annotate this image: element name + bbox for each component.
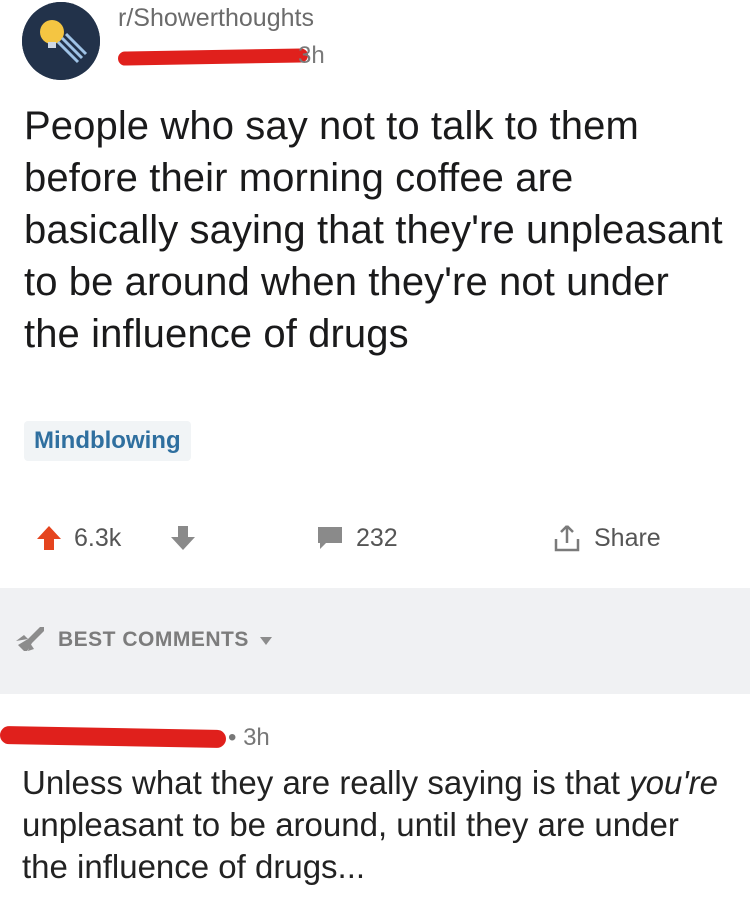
comment-icon	[316, 525, 344, 551]
rocket-icon	[14, 623, 48, 657]
post-age: 3h	[298, 42, 325, 69]
upvote-count: 6.3k	[74, 523, 122, 552]
post-header: r/Showerthoughts 3h	[22, 0, 722, 96]
share-icon	[552, 523, 582, 553]
post-actions: 6.3k 232 Share	[0, 512, 750, 564]
sort-label: BEST COMMENTS	[58, 628, 249, 651]
post-flair[interactable]: Mindblowing	[24, 421, 191, 461]
comment-age: • 3h	[228, 724, 270, 751]
redacted-commenter-name	[0, 726, 227, 748]
subreddit-name[interactable]: r/Showerthoughts	[118, 4, 314, 33]
share-label: Share	[594, 523, 661, 552]
redacted-username	[117, 48, 309, 66]
comments-button[interactable]: 232	[316, 512, 398, 564]
share-button[interactable]: Share	[552, 512, 661, 564]
comment-count: 232	[356, 523, 398, 552]
shower-head-icon	[22, 2, 100, 80]
subreddit-avatar[interactable]	[22, 2, 100, 80]
downvote-button[interactable]	[170, 512, 196, 564]
caret-down-icon	[259, 628, 273, 652]
comment-text-end: unpleasant to be around, until they are …	[22, 806, 679, 885]
top-comment: • 3h Unless what they are really saying …	[0, 702, 750, 906]
comment-text-emphasis: you're	[629, 764, 718, 801]
post-meta: 3h	[117, 42, 378, 72]
arrow-up-icon	[36, 524, 62, 552]
arrow-down-icon	[170, 524, 196, 552]
comment-body[interactable]: Unless what they are really saying is th…	[22, 762, 732, 888]
upvote-button[interactable]: 6.3k	[36, 512, 121, 564]
comment-sort-dropdown[interactable]: BEST COMMENTS	[14, 622, 273, 658]
comment-text-start: Unless what they are really saying is th…	[22, 764, 620, 801]
comment-age-value: 3h	[243, 724, 270, 751]
post-title[interactable]: People who say not to talk to them befor…	[24, 100, 734, 360]
